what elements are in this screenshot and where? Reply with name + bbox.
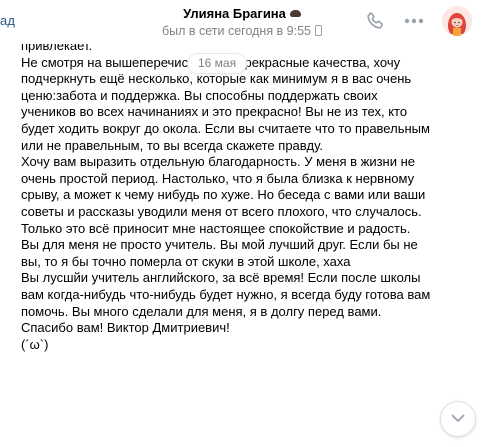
message-paragraph: (´ω`) (21, 336, 49, 352)
message-paragraph: Спасибо вам! Виктор Дмитриевич! (21, 320, 230, 336)
phone-icon (315, 25, 323, 37)
message-paragraph: Хочу вам выразить отдельную благодарност… (21, 154, 426, 236)
message-text: привлекает. Не смотря на вышеперечисленн… (21, 38, 431, 353)
message-paragraph: Вы для меня не просто учитель. Вы мой лу… (21, 237, 418, 269)
scroll-down-button[interactable] (440, 401, 476, 437)
avatar-image (442, 6, 472, 36)
chat-header: ад Улияна Брагина был в сети сегодня в 9… (0, 0, 484, 44)
last-seen-text: был в сети сегодня в 9:55 (161, 24, 312, 38)
date-divider: 16 мая (187, 53, 248, 74)
more-dots-icon[interactable] (403, 12, 425, 30)
avatar[interactable] (442, 6, 472, 36)
chevron-down-icon (451, 414, 465, 422)
chat-window: ад Улияна Брагина был в сети сегодня в 9… (0, 0, 484, 447)
message-paragraph: Вы лусшйи учитель английского, за всё вр… (21, 270, 431, 319)
phone-call-icon[interactable] (364, 10, 386, 32)
peer-name-text[interactable]: Улияна Брагина (183, 6, 286, 21)
hedgehog-emoji-icon (289, 10, 301, 18)
